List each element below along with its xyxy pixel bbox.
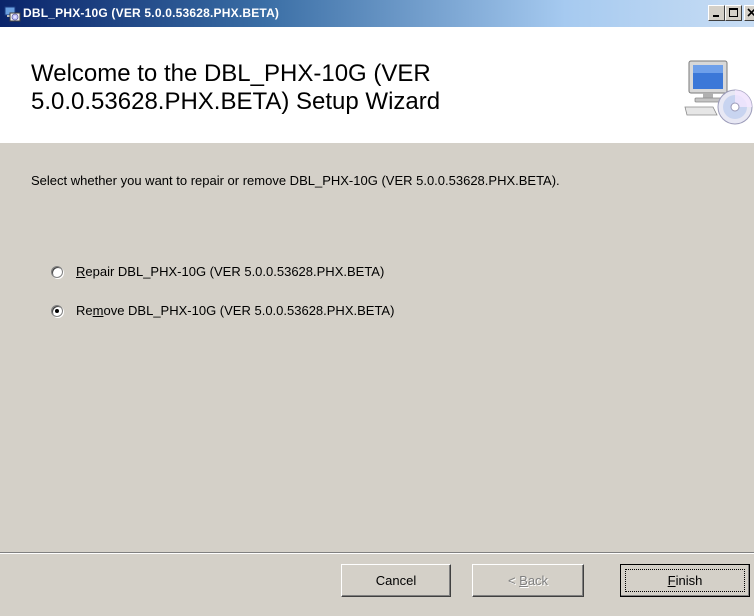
repair-radio[interactable] (51, 265, 63, 278)
maximize-button[interactable] (725, 5, 742, 21)
minimize-button[interactable] (708, 5, 725, 21)
maximize-icon (729, 8, 738, 17)
header-banner: Welcome to the DBL_PHX-10G (VER 5.0.0.53… (0, 27, 754, 143)
repair-option[interactable]: Repair DBL_PHX-10G (VER 5.0.0.53628.PHX.… (51, 264, 384, 279)
setup-wizard-window: DBL_PHX-10G (VER 5.0.0.53628.PHX.BETA) W… (0, 0, 754, 616)
back-button[interactable]: < Back (472, 564, 584, 597)
selected-dot (55, 308, 59, 313)
close-icon (747, 8, 754, 17)
computer-with-cd-icon (684, 60, 753, 125)
repair-label[interactable]: Repair DBL_PHX-10G (VER 5.0.0.53628.PHX.… (76, 264, 384, 279)
wizard-heading: Welcome to the DBL_PHX-10G (VER 5.0.0.53… (31, 60, 441, 115)
remove-label[interactable]: Remove DBL_PHX-10G (VER 5.0.0.53628.PHX.… (76, 303, 394, 318)
banner-divider (0, 142, 754, 143)
close-button[interactable] (744, 5, 754, 21)
cancel-button[interactable]: Cancel (341, 564, 451, 597)
installer-icon (4, 6, 21, 22)
instruction-text: Select whether you want to repair or rem… (31, 173, 560, 188)
focus-rectangle (625, 569, 745, 592)
minimize-icon (713, 15, 719, 17)
window-title: DBL_PHX-10G (VER 5.0.0.53628.PHX.BETA) (23, 6, 280, 20)
title-bar[interactable]: DBL_PHX-10G (VER 5.0.0.53628.PHX.BETA) (0, 0, 754, 27)
remove-option[interactable]: Remove DBL_PHX-10G (VER 5.0.0.53628.PHX.… (51, 303, 394, 318)
finish-button[interactable]: Finish (620, 564, 750, 597)
remove-radio[interactable] (51, 304, 63, 317)
footer-divider-highlight (0, 553, 754, 554)
